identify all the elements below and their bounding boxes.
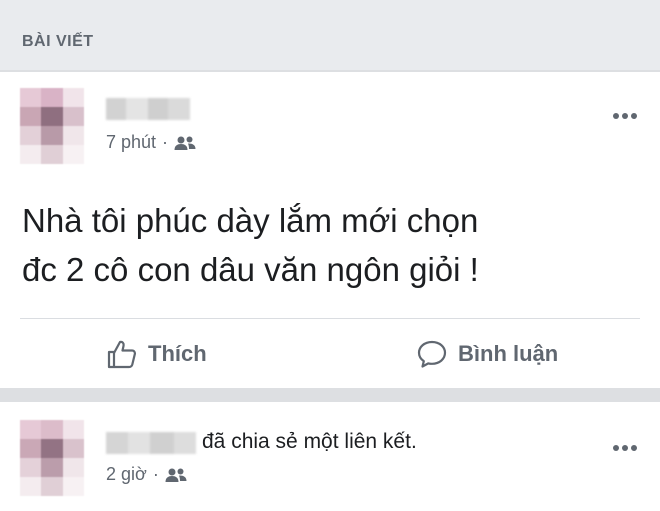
comment-label: Bình luận — [458, 341, 559, 366]
avatar[interactable] — [20, 88, 84, 164]
meta-separator: · — [152, 464, 159, 484]
comment-button[interactable]: Bình luận — [416, 336, 558, 372]
more-options-button[interactable] — [610, 106, 640, 126]
section-title: BÀI VIẾT — [22, 33, 94, 50]
author-name-blurred[interactable] — [106, 432, 196, 454]
post-meta: 7 phút · — [106, 132, 196, 153]
more-options-icon — [613, 113, 637, 119]
friends-icon — [174, 136, 196, 150]
more-options-button[interactable] — [610, 438, 640, 458]
section-header: BÀI VIẾT — [0, 0, 660, 70]
post-text-line: đc 2 cô con dâu văn ngôn giỏi ! — [22, 251, 479, 288]
activity-text: đã chia sẻ một liên kết. — [202, 430, 417, 453]
post-time[interactable]: 2 giờ — [106, 464, 147, 485]
divider — [20, 318, 640, 319]
post-text: Nhà tôi phúc dày lắm mới chọn đc 2 cô co… — [22, 196, 642, 294]
avatar[interactable] — [20, 420, 84, 496]
author-name-blurred[interactable] — [106, 98, 190, 120]
post-meta: 2 giờ · — [106, 464, 187, 485]
post-text-line: Nhà tôi phúc dày lắm mới chọn — [22, 202, 479, 239]
comment-icon — [417, 340, 447, 368]
thumbs-up-icon — [107, 340, 137, 369]
post-card: đã chia sẻ một liên kết. 2 giờ · — [0, 402, 660, 511]
meta-separator: · — [162, 132, 169, 152]
post-time[interactable]: 7 phút — [106, 132, 156, 153]
more-options-icon — [613, 445, 637, 451]
post-card: 7 phút · Nhà tôi phúc dày lắm mới chọn đ… — [0, 72, 660, 388]
like-label: Thích — [148, 341, 207, 366]
like-button[interactable]: Thích — [106, 336, 207, 372]
friends-icon — [165, 468, 187, 482]
